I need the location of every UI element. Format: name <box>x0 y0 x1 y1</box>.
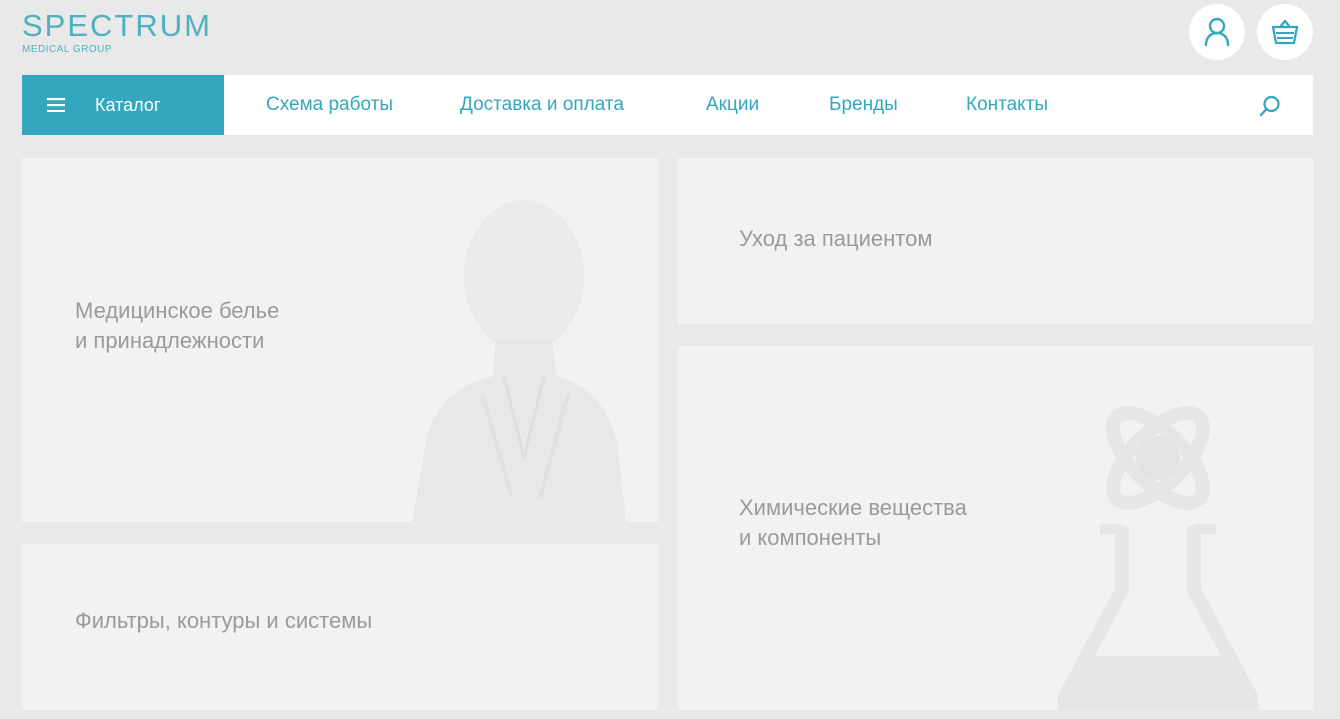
cart-button[interactable] <box>1257 4 1313 60</box>
category-tile-medical-linen[interactable]: Медицинское белье и принадлежности <box>22 158 658 522</box>
tile-label: Химические вещества и компоненты <box>739 495 967 550</box>
nav-link-scheme[interactable]: Схема работы <box>266 75 393 135</box>
catalog-label: Каталог <box>95 95 161 115</box>
search-icon <box>1259 95 1280 117</box>
search-button[interactable] <box>1259 95 1281 122</box>
catalog-button[interactable]: Каталог <box>22 75 224 135</box>
main-navigation: Каталог Схема работы Доставка и оплата А… <box>22 75 1313 135</box>
basket-icon <box>1271 19 1299 45</box>
flask-atom-image <box>1058 406 1258 710</box>
category-tile-patient-care[interactable]: Уход за пациентом <box>678 158 1313 324</box>
category-tile-chemicals[interactable]: Химические вещества и компоненты <box>678 346 1313 710</box>
nav-link-promotions[interactable]: Акции <box>706 75 759 135</box>
user-icon <box>1204 17 1230 47</box>
logo-main-text: SPECTRUM <box>22 8 212 43</box>
logo[interactable]: SPECTRUM MEDICAL GROUP <box>22 10 212 56</box>
category-tile-filters[interactable]: Фильтры, контуры и системы <box>22 544 658 710</box>
nav-link-contacts[interactable]: Контакты <box>966 75 1048 135</box>
nurse-silhouette-image <box>412 200 626 522</box>
account-button[interactable] <box>1189 4 1245 60</box>
tile-label: Медицинское белье и принадлежности <box>75 298 280 353</box>
tile-label: Уход за пациентом <box>739 226 933 251</box>
menu-icon <box>47 98 65 112</box>
logo-sub-text: MEDICAL GROUP <box>22 44 113 55</box>
nav-link-brands[interactable]: Бренды <box>829 75 898 135</box>
nav-link-delivery[interactable]: Доставка и оплата <box>460 75 624 135</box>
tile-label: Фильтры, контуры и системы <box>75 608 373 633</box>
